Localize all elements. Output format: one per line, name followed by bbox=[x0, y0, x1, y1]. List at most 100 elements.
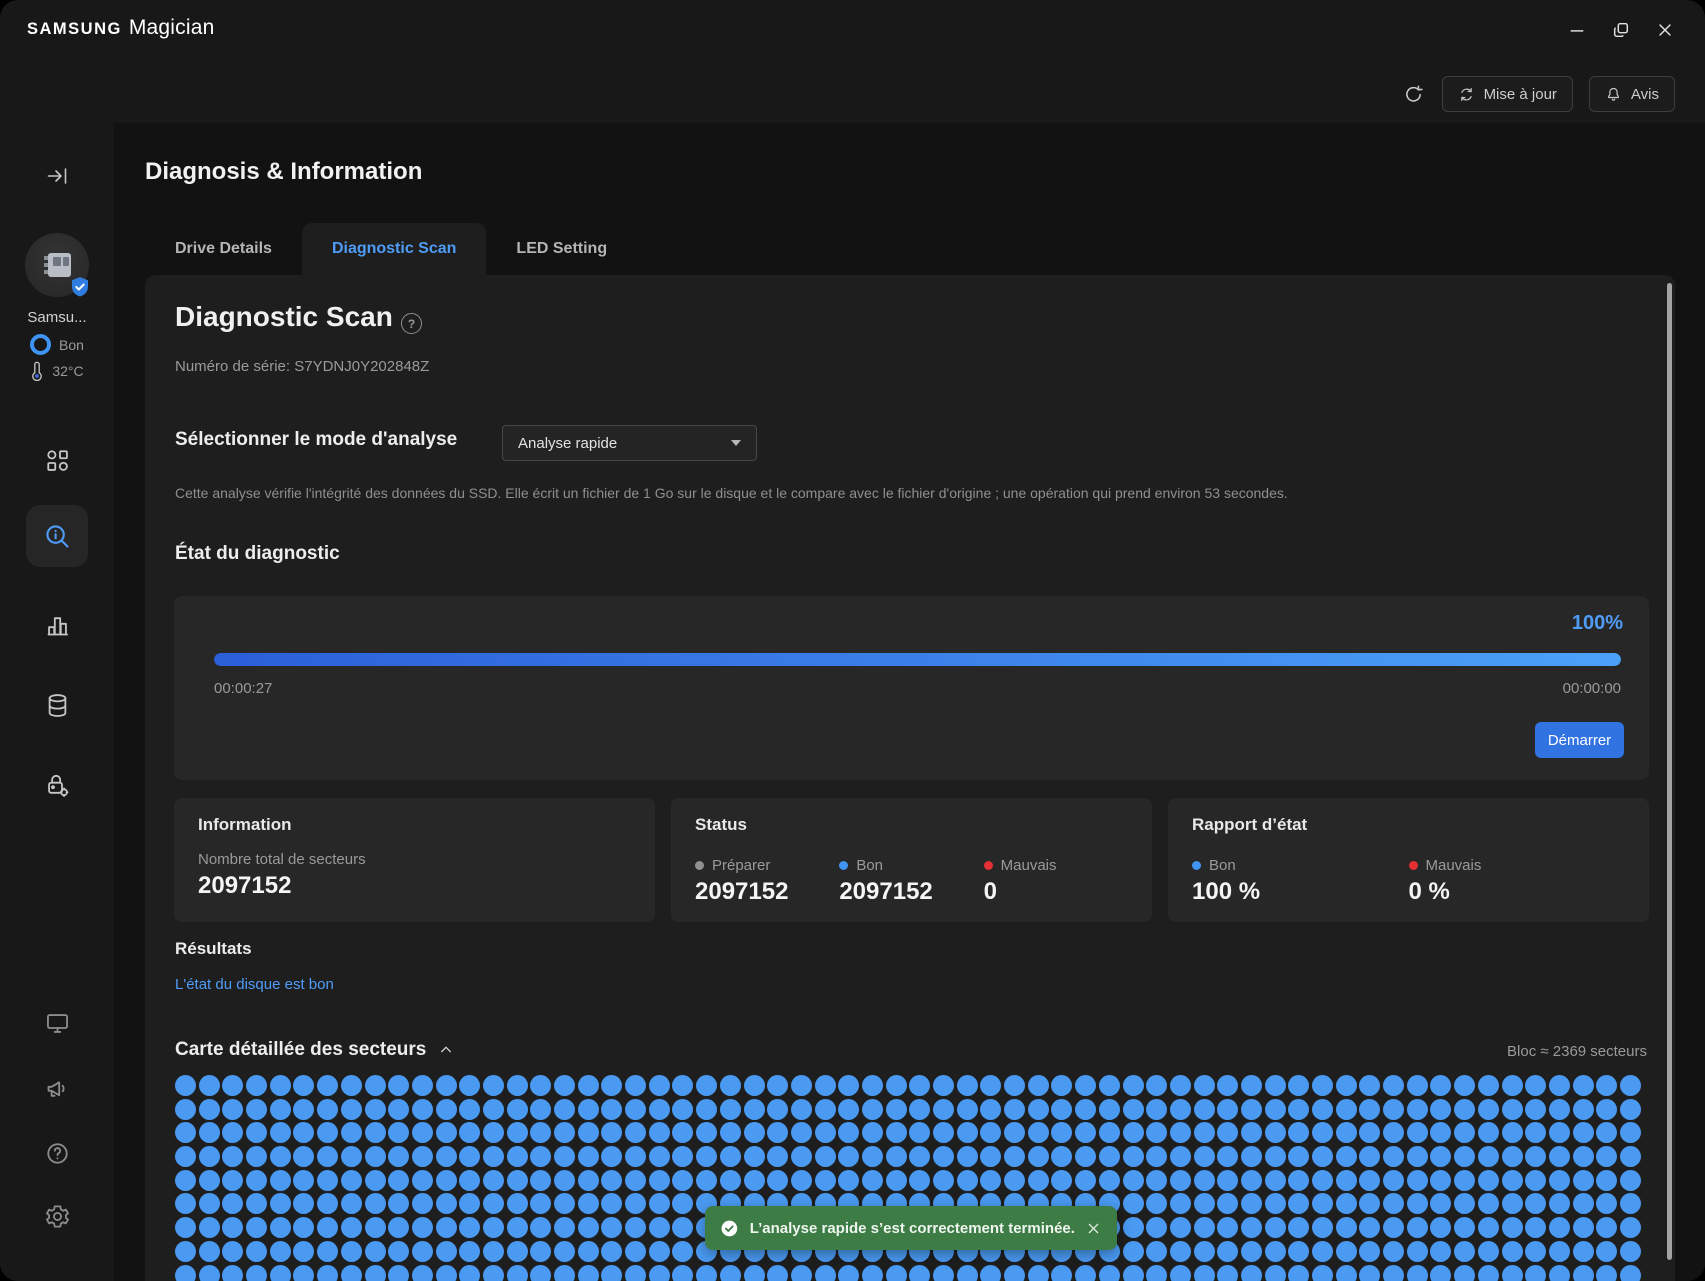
sector-dot bbox=[246, 1217, 267, 1238]
sidebar-item-dashboard[interactable] bbox=[42, 445, 72, 475]
sector-dot bbox=[199, 1075, 220, 1096]
update-button[interactable]: Mise à jour bbox=[1442, 76, 1573, 112]
sector-dot bbox=[483, 1099, 504, 1120]
sector-dot bbox=[554, 1075, 575, 1096]
sector-dot bbox=[1051, 1170, 1072, 1191]
sector-dot bbox=[1123, 1241, 1144, 1262]
sector-dot bbox=[1596, 1193, 1617, 1214]
sector-dot bbox=[1336, 1241, 1357, 1262]
page-title: Diagnosis & Information bbox=[145, 158, 422, 186]
sector-dot bbox=[1265, 1217, 1286, 1238]
chevron-up-icon[interactable] bbox=[438, 1042, 454, 1058]
scan-mode-select[interactable]: Analyse rapide bbox=[502, 425, 757, 461]
notice-button[interactable]: Avis bbox=[1589, 76, 1675, 112]
sector-dot bbox=[1194, 1146, 1215, 1167]
sidebar-item-data-management[interactable] bbox=[42, 690, 72, 720]
sidebar-item-security[interactable] bbox=[42, 770, 72, 800]
start-button[interactable]: Démarrer bbox=[1535, 722, 1624, 758]
sidebar-item-announcements[interactable] bbox=[42, 1073, 72, 1103]
sector-dot bbox=[578, 1170, 599, 1191]
tab-diagnostic-scan[interactable]: Diagnostic Scan bbox=[302, 223, 486, 275]
sidebar-item-settings[interactable] bbox=[42, 1201, 72, 1231]
sector-dot bbox=[483, 1241, 504, 1262]
sector-dot bbox=[957, 1265, 978, 1281]
sector-dot bbox=[1620, 1099, 1641, 1120]
sector-dot bbox=[1312, 1122, 1333, 1143]
sector-dot bbox=[1194, 1122, 1215, 1143]
sector-dot bbox=[1454, 1122, 1475, 1143]
drive-avatar[interactable] bbox=[25, 233, 89, 297]
sector-dot bbox=[886, 1075, 907, 1096]
sector-dot bbox=[1099, 1075, 1120, 1096]
sector-dot bbox=[530, 1099, 551, 1120]
sector-dot bbox=[625, 1217, 646, 1238]
sector-dot bbox=[1573, 1265, 1594, 1281]
sector-dot bbox=[1525, 1122, 1546, 1143]
diagnosis-search-icon bbox=[43, 522, 71, 550]
tab-led-setting[interactable]: LED Setting bbox=[486, 223, 637, 275]
results-text[interactable]: L'état du disque est bon bbox=[175, 976, 334, 993]
sector-dot bbox=[483, 1122, 504, 1143]
sector-dot bbox=[1525, 1146, 1546, 1167]
refresh-icon[interactable] bbox=[1402, 82, 1426, 106]
sector-dot bbox=[270, 1241, 291, 1262]
toast-close-icon[interactable] bbox=[1086, 1219, 1102, 1237]
sidebar-item-help[interactable] bbox=[42, 1138, 72, 1168]
sector-dot bbox=[1312, 1241, 1333, 1262]
sector-dot bbox=[601, 1241, 622, 1262]
sector-dot bbox=[365, 1241, 386, 1262]
sector-dot bbox=[507, 1099, 528, 1120]
minimize-button[interactable] bbox=[1567, 20, 1587, 40]
sector-dot bbox=[341, 1217, 362, 1238]
sector-dot bbox=[1383, 1217, 1404, 1238]
sector-dot bbox=[1241, 1217, 1262, 1238]
sector-dot bbox=[341, 1075, 362, 1096]
sector-dot bbox=[1383, 1241, 1404, 1262]
sector-dot bbox=[483, 1075, 504, 1096]
sector-dot bbox=[317, 1170, 338, 1191]
sector-dot bbox=[317, 1075, 338, 1096]
sector-dot bbox=[1217, 1193, 1238, 1214]
sector-dot bbox=[1407, 1193, 1428, 1214]
sector-dot bbox=[1430, 1122, 1451, 1143]
sidebar-item-diagnosis-active[interactable] bbox=[26, 505, 88, 567]
sector-dot bbox=[1502, 1075, 1523, 1096]
sector-dot bbox=[744, 1265, 765, 1281]
sector-dot bbox=[649, 1146, 670, 1167]
sector-dot bbox=[1383, 1099, 1404, 1120]
vertical-scrollbar[interactable] bbox=[1667, 283, 1672, 1260]
sector-dot bbox=[1502, 1217, 1523, 1238]
sector-dot bbox=[1004, 1075, 1025, 1096]
sector-dot bbox=[222, 1170, 243, 1191]
sector-dot bbox=[791, 1122, 812, 1143]
restore-button[interactable] bbox=[1611, 20, 1631, 40]
sector-dot bbox=[720, 1170, 741, 1191]
report-bad-label: Mauvais bbox=[1426, 857, 1482, 874]
sector-dot bbox=[909, 1122, 930, 1143]
sector-dot bbox=[1596, 1146, 1617, 1167]
sector-dot bbox=[767, 1075, 788, 1096]
close-window-button[interactable] bbox=[1655, 20, 1675, 40]
sector-dot bbox=[270, 1193, 291, 1214]
sector-dot bbox=[744, 1170, 765, 1191]
sector-dot bbox=[1170, 1170, 1191, 1191]
sector-dot bbox=[1407, 1170, 1428, 1191]
sector-dot bbox=[388, 1099, 409, 1120]
sidebar-item-system[interactable] bbox=[42, 1008, 72, 1038]
sector-dot bbox=[1620, 1146, 1641, 1167]
sector-dot bbox=[1123, 1170, 1144, 1191]
sector-dot bbox=[554, 1265, 575, 1281]
sidebar-item-performance[interactable] bbox=[42, 610, 72, 640]
sector-dot bbox=[1383, 1193, 1404, 1214]
sector-dot bbox=[199, 1217, 220, 1238]
sector-dot bbox=[1383, 1075, 1404, 1096]
help-icon[interactable]: ? bbox=[401, 313, 422, 334]
sector-dot bbox=[412, 1217, 433, 1238]
sector-dot bbox=[175, 1122, 196, 1143]
sidebar-expand-icon[interactable] bbox=[42, 161, 72, 191]
report-good-label: Bon bbox=[1209, 857, 1236, 874]
sector-dot bbox=[1430, 1241, 1451, 1262]
sector-dot bbox=[388, 1075, 409, 1096]
sector-dot bbox=[459, 1265, 480, 1281]
tab-drive-details[interactable]: Drive Details bbox=[145, 223, 302, 275]
